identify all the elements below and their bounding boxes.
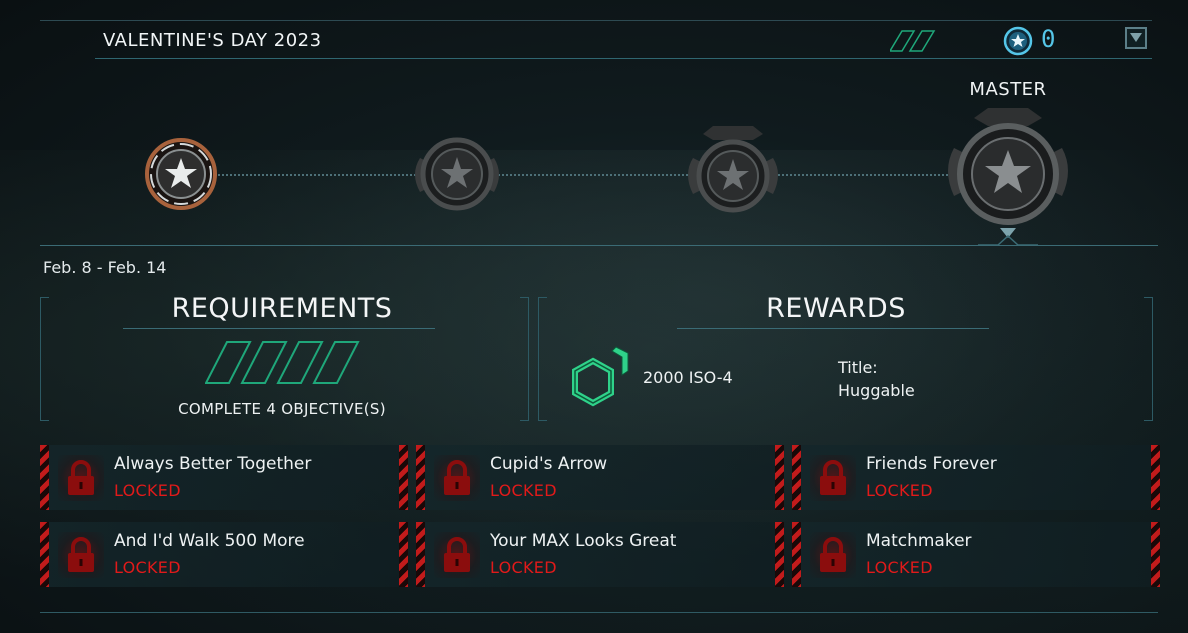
triangle-down-icon bbox=[1130, 33, 1142, 42]
objective-card[interactable]: Matchmaker LOCKED bbox=[792, 522, 1160, 587]
objective-progress-slashes bbox=[205, 341, 360, 384]
tier-master-badge-locked[interactable] bbox=[944, 104, 1072, 232]
objective-card[interactable]: Your MAX Looks Great LOCKED bbox=[416, 522, 784, 587]
progress-slot-2 bbox=[240, 341, 288, 384]
hazard-stripe bbox=[792, 445, 801, 510]
tier-3-badge-locked[interactable] bbox=[683, 122, 783, 222]
hazard-stripe bbox=[1151, 522, 1160, 587]
rewards-bracket-left bbox=[538, 297, 547, 421]
objective-name: Cupid's Arrow bbox=[490, 454, 608, 474]
objective-name: Matchmaker bbox=[866, 531, 972, 551]
lock-icon bbox=[58, 455, 104, 501]
tier-track-line bbox=[215, 174, 955, 176]
hazard-stripe bbox=[40, 445, 49, 510]
rewards-title: REWARDS bbox=[766, 293, 906, 324]
selected-tier-pointer bbox=[978, 228, 1038, 246]
tier-1-badge-unlocked[interactable] bbox=[143, 136, 219, 212]
tier-master-label: MASTER bbox=[969, 79, 1047, 100]
event-date-range: Feb. 8 - Feb. 14 bbox=[43, 258, 167, 277]
header-divider bbox=[95, 58, 1152, 59]
objective-name: Your MAX Looks Great bbox=[490, 531, 677, 551]
lock-icon bbox=[58, 532, 104, 578]
hazard-stripe bbox=[416, 445, 425, 510]
tier-divider bbox=[40, 245, 1158, 246]
hazard-stripe bbox=[792, 522, 801, 587]
event-title: VALENTINE'S DAY 2023 bbox=[103, 30, 322, 51]
requirements-bracket-left bbox=[40, 297, 49, 421]
top-divider bbox=[40, 20, 1152, 21]
objective-status: LOCKED bbox=[114, 558, 181, 577]
objective-status: LOCKED bbox=[866, 481, 933, 500]
double-slash-icon bbox=[890, 30, 936, 52]
hazard-stripe bbox=[399, 445, 408, 510]
progress-slot-1 bbox=[205, 341, 252, 384]
objective-name: And I'd Walk 500 More bbox=[114, 531, 305, 551]
objective-name: Friends Forever bbox=[866, 454, 997, 474]
objective-card[interactable]: And I'd Walk 500 More LOCKED bbox=[40, 522, 408, 587]
reward-title-value: Huggable bbox=[838, 381, 915, 400]
objective-status: LOCKED bbox=[114, 481, 181, 500]
hazard-stripe bbox=[1151, 445, 1160, 510]
bottom-divider bbox=[40, 612, 1158, 613]
rewards-bracket-right bbox=[1144, 297, 1153, 421]
objective-card[interactable]: Friends Forever LOCKED bbox=[792, 445, 1160, 510]
progress-slot-4 bbox=[312, 341, 360, 384]
lock-icon bbox=[810, 455, 856, 501]
progress-slot-3 bbox=[276, 341, 324, 384]
requirements-title-underline bbox=[123, 328, 435, 329]
objective-status: LOCKED bbox=[866, 558, 933, 577]
requirements-objective-text: COMPLETE 4 OBJECTIVE(S) bbox=[178, 400, 386, 418]
hazard-stripe bbox=[416, 522, 425, 587]
requirements-bracket-right bbox=[520, 297, 529, 421]
lock-icon bbox=[434, 455, 480, 501]
rewards-title-underline bbox=[677, 328, 989, 329]
lock-icon bbox=[810, 532, 856, 578]
objective-name: Always Better Together bbox=[114, 454, 312, 474]
objective-card[interactable]: Always Better Together LOCKED bbox=[40, 445, 408, 510]
reward-title: Title: Huggable bbox=[838, 356, 915, 402]
objective-status: LOCKED bbox=[490, 481, 557, 500]
objective-card[interactable]: Cupid's Arrow LOCKED bbox=[416, 445, 784, 510]
objective-status: LOCKED bbox=[490, 558, 557, 577]
tier-2-badge-locked[interactable] bbox=[410, 128, 504, 220]
star-coin-icon bbox=[1003, 26, 1033, 56]
reward-title-label: Title: bbox=[838, 358, 878, 377]
hazard-stripe bbox=[775, 445, 784, 510]
hazard-stripe bbox=[775, 522, 784, 587]
requirements-title: REQUIREMENTS bbox=[171, 293, 393, 324]
reward-currency-amount: 2000 ISO-4 bbox=[643, 368, 733, 387]
hazard-stripe bbox=[399, 522, 408, 587]
hazard-stripe bbox=[40, 522, 49, 587]
collapse-button[interactable] bbox=[1125, 27, 1147, 49]
currency-count: 0 bbox=[1041, 25, 1056, 53]
iso-4-currency-icon bbox=[572, 346, 629, 407]
lock-icon bbox=[434, 532, 480, 578]
